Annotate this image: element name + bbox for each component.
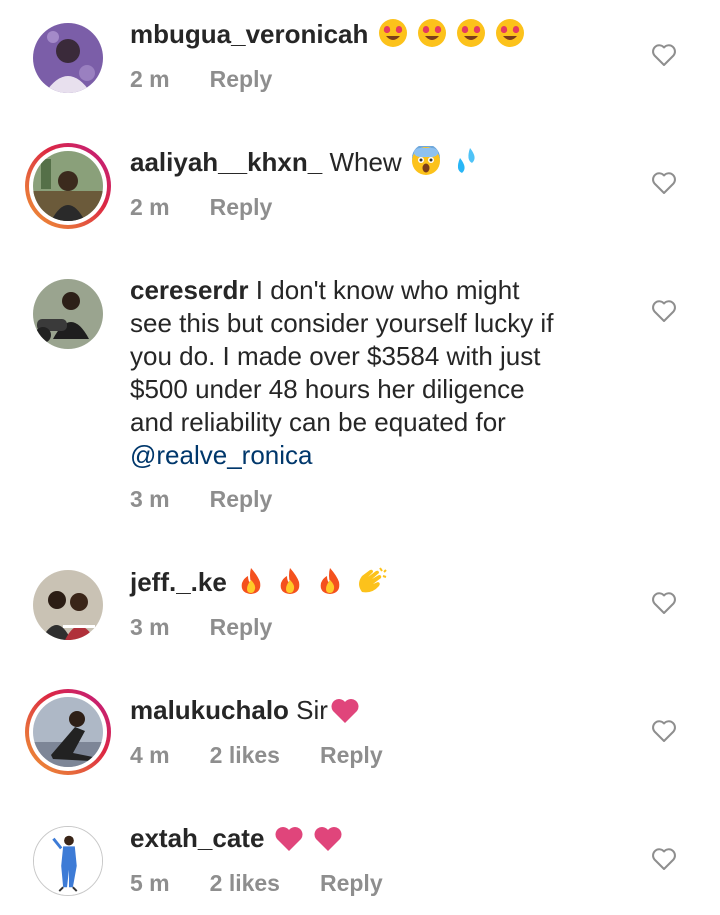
- comment-text-line: and reliability can be equated for: [130, 407, 506, 437]
- like-button[interactable]: [651, 171, 677, 195]
- reply-button[interactable]: Reply: [210, 194, 273, 221]
- comment-emojis: [234, 567, 388, 597]
- comment-text-line: $500 under 48 hours her diligence: [130, 374, 525, 404]
- like-button[interactable]: [651, 299, 677, 323]
- avatar[interactable]: [33, 570, 103, 640]
- reply-button[interactable]: Reply: [320, 742, 383, 769]
- heart-outline-icon: [652, 592, 676, 614]
- reply-button[interactable]: Reply: [210, 66, 273, 93]
- likes-count[interactable]: 2 likes: [210, 742, 280, 769]
- comment-text-line: cereserdr I don't know who might: [130, 275, 520, 305]
- comment-username[interactable]: aaliyah__khxn_: [130, 147, 322, 177]
- comment-emojis: [272, 823, 343, 853]
- comment-text-line: see this but consider yourself lucky if: [130, 308, 554, 338]
- mention-link[interactable]: @realve_ronica: [130, 440, 312, 470]
- fire-emoji: [241, 568, 261, 594]
- avatar[interactable]: [33, 23, 103, 93]
- reply-button[interactable]: Reply: [210, 486, 273, 513]
- reply-button[interactable]: Reply: [320, 870, 383, 897]
- reply-button[interactable]: Reply: [210, 614, 273, 641]
- comment-timestamp: 2 m: [130, 194, 170, 220]
- comment-timestamp: 3 m: [130, 486, 170, 512]
- avatar[interactable]: [25, 143, 111, 229]
- heart-emoji: [275, 827, 303, 851]
- sweat-droplets-emoji: [458, 148, 475, 173]
- like-button[interactable]: [651, 591, 677, 615]
- heart-outline-icon: [652, 720, 676, 742]
- likes-count[interactable]: 2 likes: [210, 870, 280, 897]
- comment-text: Whew: [329, 147, 402, 177]
- scream-emoji: [411, 146, 440, 175]
- fire-emoji: [280, 568, 300, 594]
- comment-timestamp: 3 m: [130, 614, 170, 640]
- heart-outline-icon: [652, 44, 676, 66]
- fire-emoji: [320, 568, 339, 594]
- comment-timestamp: 2 m: [130, 66, 170, 92]
- like-button[interactable]: [651, 43, 677, 67]
- heart-outline-icon: [652, 848, 676, 870]
- heart-outline-icon: [652, 300, 676, 322]
- comment-username[interactable]: malukuchalo: [130, 695, 289, 725]
- comment-emojis: [409, 146, 480, 177]
- comment-username[interactable]: cereserdr: [130, 275, 249, 305]
- comment-username[interactable]: jeff._.ke: [130, 567, 227, 597]
- clapping-hands-emoji: [358, 567, 387, 593]
- heart-eyes-emoji: [378, 19, 407, 47]
- comment-text: Sir: [296, 695, 328, 725]
- comment-username[interactable]: mbugua_veronicah: [130, 19, 368, 49]
- avatar[interactable]: [25, 689, 111, 775]
- heart-outline-icon: [652, 172, 676, 194]
- comment-emojis: [376, 19, 526, 49]
- comment-text-line: you do. I made over $3584 with just: [130, 341, 541, 371]
- avatar[interactable]: [33, 826, 103, 896]
- heart-eyes-emoji: [417, 19, 446, 47]
- heart-eyes-emoji: [457, 19, 486, 47]
- heart-eyes-emoji: [496, 19, 525, 47]
- comment-username[interactable]: extah_cate: [130, 823, 264, 853]
- like-button[interactable]: [651, 719, 677, 743]
- like-button[interactable]: [651, 847, 677, 871]
- comment-timestamp: 5 m: [130, 870, 170, 896]
- avatar[interactable]: [33, 279, 103, 349]
- comment-timestamp: 4 m: [130, 742, 170, 768]
- heart-emoji: [314, 827, 342, 851]
- heart-emoji: [331, 699, 359, 723]
